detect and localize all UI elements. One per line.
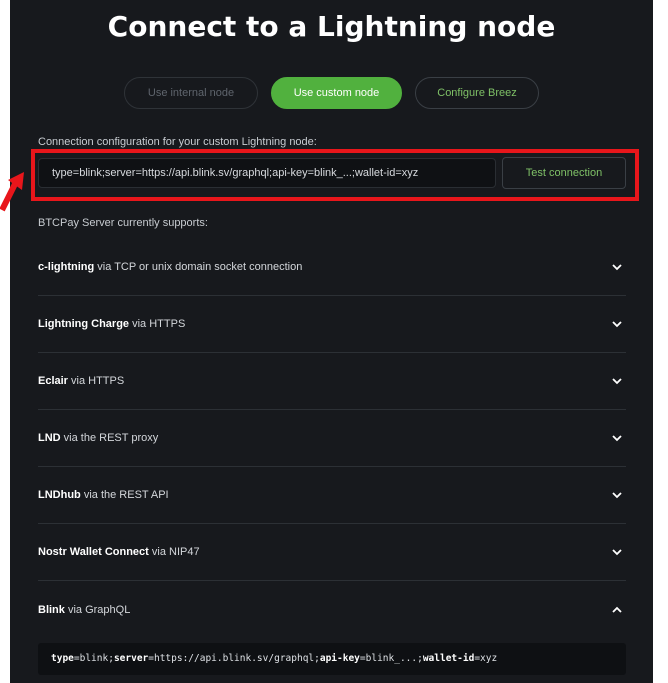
chevron-down-icon[interactable] [611,489,623,501]
implementation-row-lightning-charge[interactable]: Lightning Charge via HTTPS [38,296,626,353]
implementation-label: Nostr Wallet Connect via NIP47 [38,546,200,558]
implementation-row-nostr-wallet-connect[interactable]: Nostr Wallet Connect via NIP47 [38,524,626,581]
implementation-label: LNDhub via the REST API [38,489,169,501]
chevron-up-icon[interactable] [611,604,623,616]
implementation-label: Eclair via HTTPS [38,375,125,387]
chevron-down-icon[interactable] [611,375,623,387]
node-option-group: Use internal node Use custom node Config… [10,77,653,109]
implementation-label: Blink via GraphQL [38,604,131,616]
implementation-row-lndhub[interactable]: LNDhub via the REST API [38,467,626,524]
implementation-row-c-lightning[interactable]: c-lightning via TCP or unix domain socke… [38,239,626,296]
connect-lightning-panel: Connect to a Lightning node Use internal… [10,0,653,683]
implementation-label: c-lightning via TCP or unix domain socke… [38,261,303,273]
implementation-row-blink[interactable]: Blink via GraphQL [38,582,626,639]
configure-breez-button[interactable]: Configure Breez [415,77,539,109]
implementation-label: Lightning Charge via HTTPS [38,318,186,330]
connection-string-input[interactable]: type=blink;server=https://api.blink.sv/g… [38,158,496,188]
chevron-down-icon[interactable] [611,546,623,558]
connection-config-label: Connection configuration for your custom… [38,136,317,148]
page-title: Connect to a Lightning node [107,10,556,43]
chevron-down-icon[interactable] [611,261,623,273]
chevron-down-icon[interactable] [611,432,623,444]
use-internal-node-button[interactable]: Use internal node [124,77,258,109]
chevron-down-icon[interactable] [611,318,623,330]
test-connection-button[interactable]: Test connection [502,157,626,189]
implementation-row-lnd[interactable]: LND via the REST proxy [38,410,626,467]
implementation-label: LND via the REST proxy [38,432,159,444]
implementation-row-eclair[interactable]: Eclair via HTTPS [38,353,626,410]
blink-connection-example: type=blink;server=https://api.blink.sv/g… [38,643,626,675]
supports-label: BTCPay Server currently supports: [38,217,208,229]
use-custom-node-button[interactable]: Use custom node [271,77,402,109]
red-arrow-icon [0,172,24,212]
